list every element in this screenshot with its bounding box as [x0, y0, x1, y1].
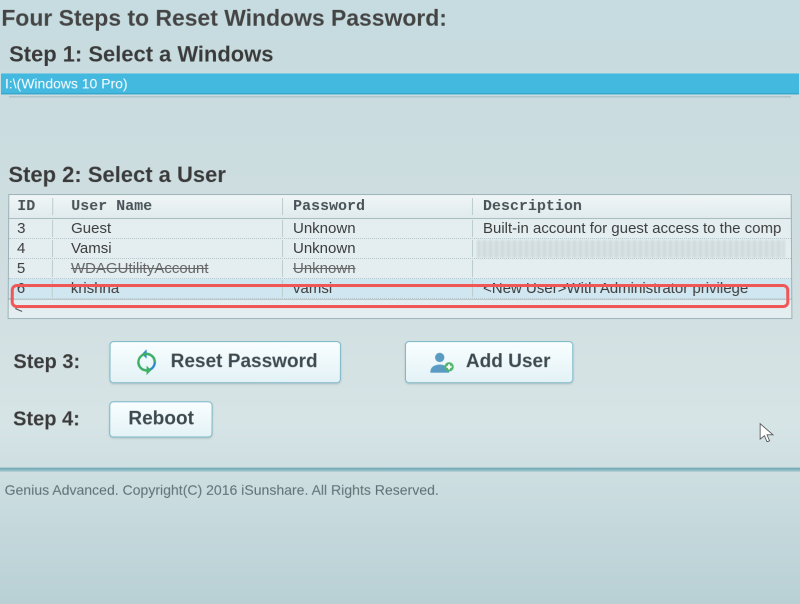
footer-text: Genius Advanced. Copyright(C) 2016 iSuns… — [1, 472, 794, 498]
reset-password-label: Reset Password — [171, 351, 318, 373]
table-row[interactable]: 5 WDAGUtilityAccount Unknown — [9, 259, 791, 279]
col-user: User Name — [53, 198, 283, 215]
windows-list-area[interactable] — [9, 96, 792, 156]
col-desc: Description — [473, 198, 791, 215]
step4-label: Step 4: — [13, 408, 91, 431]
page-title: Four Steps to Reset Windows Password: — [1, 5, 790, 32]
scroll-left-indicator[interactable]: < — [9, 299, 792, 318]
add-user-button[interactable]: Add User — [405, 341, 574, 383]
col-id: ID — [9, 198, 53, 215]
cell-pass: vamsi — [283, 280, 473, 297]
cell-id: 5 — [9, 260, 53, 277]
table-row[interactable]: 3 Guest Unknown Built-in account for gue… — [9, 219, 791, 239]
cell-user: Guest — [53, 220, 283, 237]
table-row-selected[interactable]: 6 krishna vamsi <New User>With Administr… — [9, 279, 792, 299]
cell-id: 3 — [9, 220, 53, 237]
cell-pass: Unknown — [283, 220, 473, 237]
cell-desc — [473, 260, 791, 277]
cell-desc: <New User>With Administrator privilege — [473, 280, 791, 297]
step2-title: Step 2: Select a User — [8, 162, 791, 188]
col-pass: Password — [283, 198, 473, 215]
reboot-button[interactable]: Reboot — [109, 401, 213, 437]
table-header: ID User Name Password Description — [9, 195, 791, 219]
user-table[interactable]: ID User Name Password Description 3 Gues… — [8, 194, 793, 319]
cell-id: 6 — [9, 280, 53, 297]
cell-id: 4 — [9, 240, 53, 257]
reboot-label: Reboot — [128, 408, 194, 430]
redacted-text — [477, 240, 785, 258]
cell-pass: Unknown — [283, 260, 473, 277]
cell-user: krishna — [53, 280, 283, 297]
cursor-icon — [758, 422, 776, 446]
reset-password-button[interactable]: Reset Password — [109, 341, 340, 383]
cell-desc: Built-in account for guest access to the… — [473, 220, 791, 237]
refresh-icon — [133, 348, 161, 376]
table-row[interactable]: 4 Vamsi Unknown — [9, 239, 791, 259]
cell-user: Vamsi — [53, 240, 283, 257]
cell-user: WDAGUtilityAccount — [53, 260, 283, 277]
windows-list-item[interactable]: I:\(Windows 10 Pro) — [1, 73, 799, 94]
user-plus-icon — [428, 348, 456, 376]
add-user-label: Add User — [466, 351, 551, 373]
step3-label: Step 3: — [13, 351, 91, 374]
cell-pass: Unknown — [283, 240, 473, 257]
step1-title: Step 1: Select a Windows — [9, 42, 791, 68]
